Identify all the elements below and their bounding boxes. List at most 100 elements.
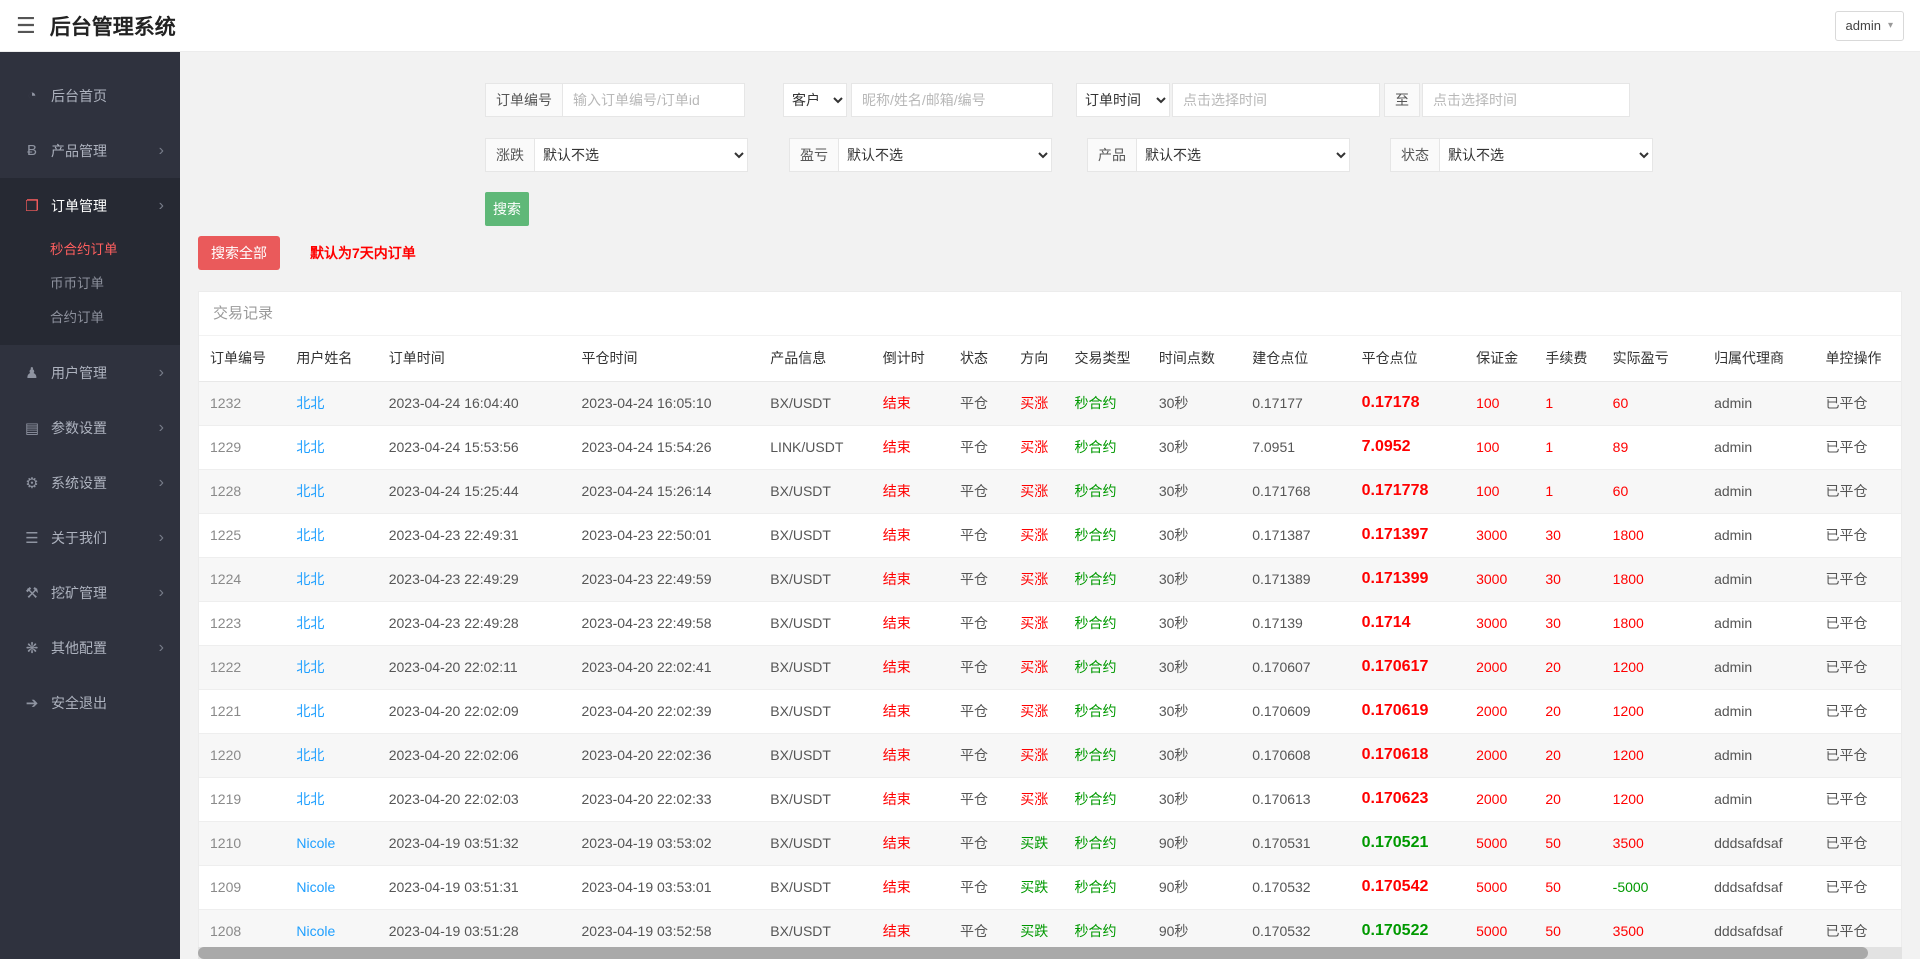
cell-countdown: 结束 <box>872 469 949 513</box>
search-all-button[interactable]: 搜索全部 <box>198 236 280 270</box>
sidebar-item-about[interactable]: ☰关于我们› <box>0 510 180 565</box>
cell-margin: 3000 <box>1465 557 1534 601</box>
user-link[interactable]: 北北 <box>285 777 377 821</box>
cell-trade_type: 秒合约 <box>1063 425 1147 469</box>
column-header: 订单时间 <box>378 336 571 381</box>
cell-close_time: 2023-04-23 22:50:01 <box>571 513 760 557</box>
user-link[interactable]: 北北 <box>285 645 377 689</box>
sidebar-item-users[interactable]: ♟用户管理› <box>0 345 180 400</box>
cell-close_time: 2023-04-20 22:02:33 <box>571 777 760 821</box>
cell-trade_type: 秒合约 <box>1063 733 1147 777</box>
column-header: 用户姓名 <box>285 336 377 381</box>
cell-profit: 1200 <box>1602 777 1703 821</box>
user-link[interactable]: 北北 <box>285 733 377 777</box>
cell-product: BX/USDT <box>759 645 871 689</box>
cell-countdown: 结束 <box>872 601 949 645</box>
dashboard-icon: ◔ <box>22 87 42 104</box>
sidebar-item-other[interactable]: ❋其他配置› <box>0 620 180 675</box>
panel-title: 交易记录 <box>199 292 1901 336</box>
list-icon: ☰ <box>22 529 42 547</box>
cell-open_price: 0.170608 <box>1241 733 1350 777</box>
customer-type-select[interactable]: 客户 <box>783 83 847 117</box>
sidebar-item-system[interactable]: ⚙系统设置› <box>0 455 180 510</box>
cell-status: 平仓 <box>949 557 1009 601</box>
gears-icon: ⚙ <box>22 474 42 492</box>
cell-trade_type: 秒合约 <box>1063 381 1147 425</box>
cell-trade_type: 秒合约 <box>1063 557 1147 601</box>
user-link[interactable]: 北北 <box>285 689 377 733</box>
user-link[interactable]: 北北 <box>285 469 377 513</box>
table-row: 1225北北2023-04-23 22:49:312023-04-23 22:5… <box>199 513 1901 557</box>
time-to-input[interactable] <box>1422 83 1630 117</box>
sidebar-item-label: 后台首页 <box>51 86 107 106</box>
sidebar-item-products[interactable]: Ƀ产品管理› <box>0 123 180 178</box>
user-link[interactable]: Nicole <box>285 821 377 865</box>
cell-product: BX/USDT <box>759 469 871 513</box>
cell-direction: 买涨 <box>1009 557 1063 601</box>
cell-open_time: 2023-04-19 03:51:32 <box>378 821 571 865</box>
sidebar-item-params[interactable]: ▤参数设置› <box>0 400 180 455</box>
user-link[interactable]: 北北 <box>285 513 377 557</box>
table-row: 1232北北2023-04-24 16:04:402023-04-24 16:0… <box>199 381 1901 425</box>
time-type-select[interactable]: 订单时间 <box>1076 83 1170 117</box>
hamburger-menu-icon[interactable]: ☰ <box>16 15 36 37</box>
order-no-input[interactable] <box>563 83 745 117</box>
cell-period: 30秒 <box>1148 733 1241 777</box>
user-link[interactable]: Nicole <box>285 865 377 909</box>
cell-countdown: 结束 <box>872 557 949 601</box>
user-dropdown[interactable]: admin ▾ <box>1835 11 1904 41</box>
cell-direction: 买涨 <box>1009 425 1063 469</box>
cell-margin: 3000 <box>1465 513 1534 557</box>
cell-fee: 50 <box>1534 821 1601 865</box>
sidebar-subitem-coin-orders[interactable]: 币币订单 <box>0 267 180 301</box>
sidebar-subitem-second-contract-orders[interactable]: 秒合约订单 <box>0 233 180 267</box>
cell-margin: 5000 <box>1465 865 1534 909</box>
user-link[interactable]: 北北 <box>285 557 377 601</box>
sidebar-subitem-contract-orders[interactable]: 合约订单 <box>0 301 180 335</box>
chevron-right-icon: › <box>159 474 164 492</box>
cell-control: 已平仓 <box>1815 557 1901 601</box>
sidebar-item-orders[interactable]: ❐订单管理› <box>0 178 180 233</box>
user-link[interactable]: 北北 <box>285 425 377 469</box>
cell-product: BX/USDT <box>759 513 871 557</box>
sidebar-item-mining[interactable]: ⚒挖矿管理› <box>0 565 180 620</box>
sidebar-item-logout[interactable]: ➔安全退出 <box>0 675 180 730</box>
profit-group: 盈亏 默认不选 <box>789 138 1052 172</box>
cell-direction: 买涨 <box>1009 777 1063 821</box>
search-button[interactable]: 搜索 <box>485 192 529 226</box>
cell-countdown: 结束 <box>872 733 949 777</box>
cell-control: 已平仓 <box>1815 513 1901 557</box>
profit-select[interactable]: 默认不选 <box>838 138 1052 172</box>
cell-open_time: 2023-04-19 03:51:31 <box>378 865 571 909</box>
customer-input[interactable] <box>851 83 1053 117</box>
updown-select[interactable]: 默认不选 <box>534 138 748 172</box>
cell-margin: 100 <box>1465 381 1534 425</box>
cell-open_time: 2023-04-20 22:02:06 <box>378 733 571 777</box>
cell-product: BX/USDT <box>759 557 871 601</box>
cell-product: BX/USDT <box>759 601 871 645</box>
sidebar-item-label: 关于我们 <box>51 528 107 548</box>
sidebar-item-dashboard[interactable]: ◔ 后台首页 <box>0 68 180 123</box>
cell-open_price: 0.171389 <box>1241 557 1350 601</box>
cell-fee: 50 <box>1534 865 1601 909</box>
user-link[interactable]: 北北 <box>285 601 377 645</box>
user-link[interactable]: 北北 <box>285 381 377 425</box>
status-label: 状态 <box>1390 138 1440 172</box>
product-select[interactable]: 默认不选 <box>1136 138 1350 172</box>
chevron-right-icon: › <box>159 639 164 657</box>
horizontal-scrollbar[interactable] <box>198 947 1902 959</box>
cell-agent: admin <box>1703 689 1814 733</box>
cell-fee: 30 <box>1534 513 1601 557</box>
cell-open_price: 0.171387 <box>1241 513 1350 557</box>
cell-margin: 100 <box>1465 425 1534 469</box>
cell-margin: 2000 <box>1465 645 1534 689</box>
status-select[interactable]: 默认不选 <box>1439 138 1653 172</box>
scrollbar-thumb[interactable] <box>198 947 1868 959</box>
cell-profit: 3500 <box>1602 821 1703 865</box>
cell-period: 30秒 <box>1148 469 1241 513</box>
time-from-input[interactable] <box>1172 83 1380 117</box>
updown-group: 涨跌 默认不选 <box>485 138 748 172</box>
cell-trade_type: 秒合约 <box>1063 469 1147 513</box>
cell-period: 30秒 <box>1148 645 1241 689</box>
cell-order_id: 1222 <box>199 645 285 689</box>
